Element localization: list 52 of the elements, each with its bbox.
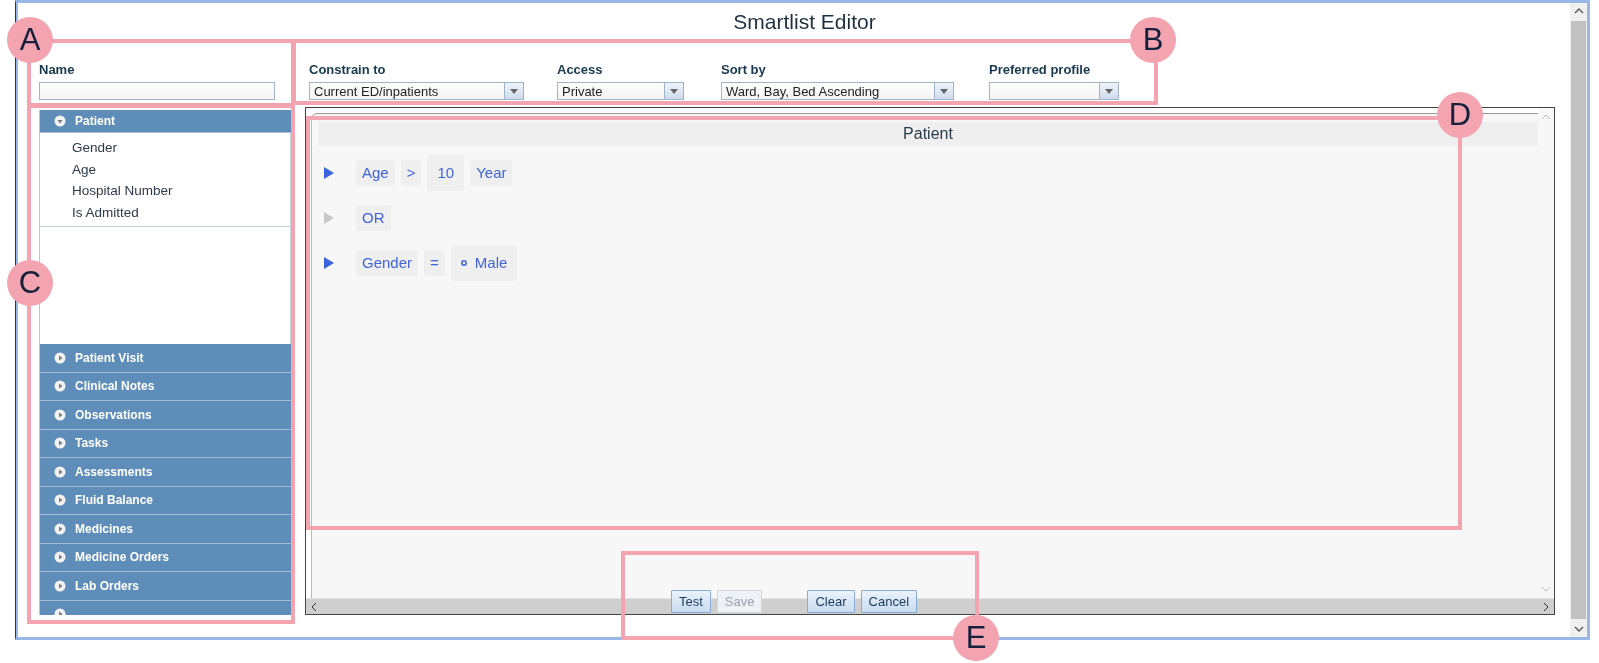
field-label: Preferred profile [989, 62, 1091, 78]
field-item[interactable]: Hospital Number [72, 180, 173, 202]
action-button[interactable]: Cancel [860, 590, 918, 613]
scroll-down-icon[interactable] [1573, 626, 1584, 632]
operator-token[interactable]: = [424, 249, 445, 276]
dropdown-arrow-icon [1105, 88, 1113, 94]
play-icon[interactable] [324, 166, 334, 179]
category-header[interactable]: Lab Orders [40, 572, 291, 601]
dropdown[interactable] [989, 82, 1119, 100]
name-input[interactable] [39, 82, 275, 100]
action-button[interactable]: Test [671, 590, 711, 613]
field-item[interactable]: Is Admitted [72, 201, 139, 223]
category-header[interactable]: Clinical Notes [40, 372, 291, 401]
category-header[interactable]: Medicine Orders [40, 543, 291, 572]
category-header[interactable]: Fluid Balance [40, 486, 291, 515]
scroll-left-icon[interactable] [311, 601, 317, 612]
value-token[interactable]: 10 [427, 154, 465, 191]
callout-marker: A [7, 17, 53, 63]
play-icon[interactable] [324, 256, 334, 269]
window-title: Smartlist Editor [733, 9, 876, 35]
category-header[interactable]: Assessments [40, 458, 291, 487]
category-header[interactable]: Medicines [40, 515, 291, 544]
field-label: Access [557, 62, 603, 78]
category-header[interactable]: Observations [40, 401, 291, 430]
dropdown[interactable]: Ward, Bay, Bed Ascending [721, 82, 954, 100]
field-label: Constrain to [309, 62, 386, 78]
callout-marker: B [1130, 17, 1176, 63]
field-token[interactable]: Gender [356, 249, 419, 276]
field-item[interactable]: Gender [72, 137, 118, 159]
option-token[interactable]: Male [450, 244, 518, 281]
category-header[interactable]: Patient Visit [40, 344, 291, 373]
category-header[interactable]: Tasks [40, 429, 291, 458]
callout-marker: E [953, 615, 999, 661]
dropdown[interactable]: Current ED/inpatients [309, 82, 524, 100]
scroll-right-icon[interactable] [1543, 601, 1549, 612]
dropdown-arrow-icon [510, 88, 518, 94]
dropdown-arrow-icon [670, 88, 678, 94]
field-token[interactable]: Age [356, 159, 395, 186]
scroll-up-icon[interactable] [1573, 8, 1584, 14]
field-label: Name [39, 62, 75, 78]
connector-token[interactable]: OR [356, 204, 391, 231]
unit-token[interactable]: Year [470, 159, 513, 186]
action-button[interactable]: Clear [807, 590, 855, 613]
category-header[interactable]: Patient [40, 110, 291, 133]
callout-marker: C [7, 260, 53, 306]
dropdown-arrow-icon [940, 88, 948, 94]
field-item[interactable]: Age [72, 158, 97, 180]
bullet-icon [460, 259, 467, 266]
page-scrollbar[interactable] [1570, 3, 1587, 637]
operator-token[interactable]: > [400, 159, 422, 186]
field-label: Sort by [721, 62, 766, 78]
dropdown[interactable]: Private [557, 82, 684, 100]
